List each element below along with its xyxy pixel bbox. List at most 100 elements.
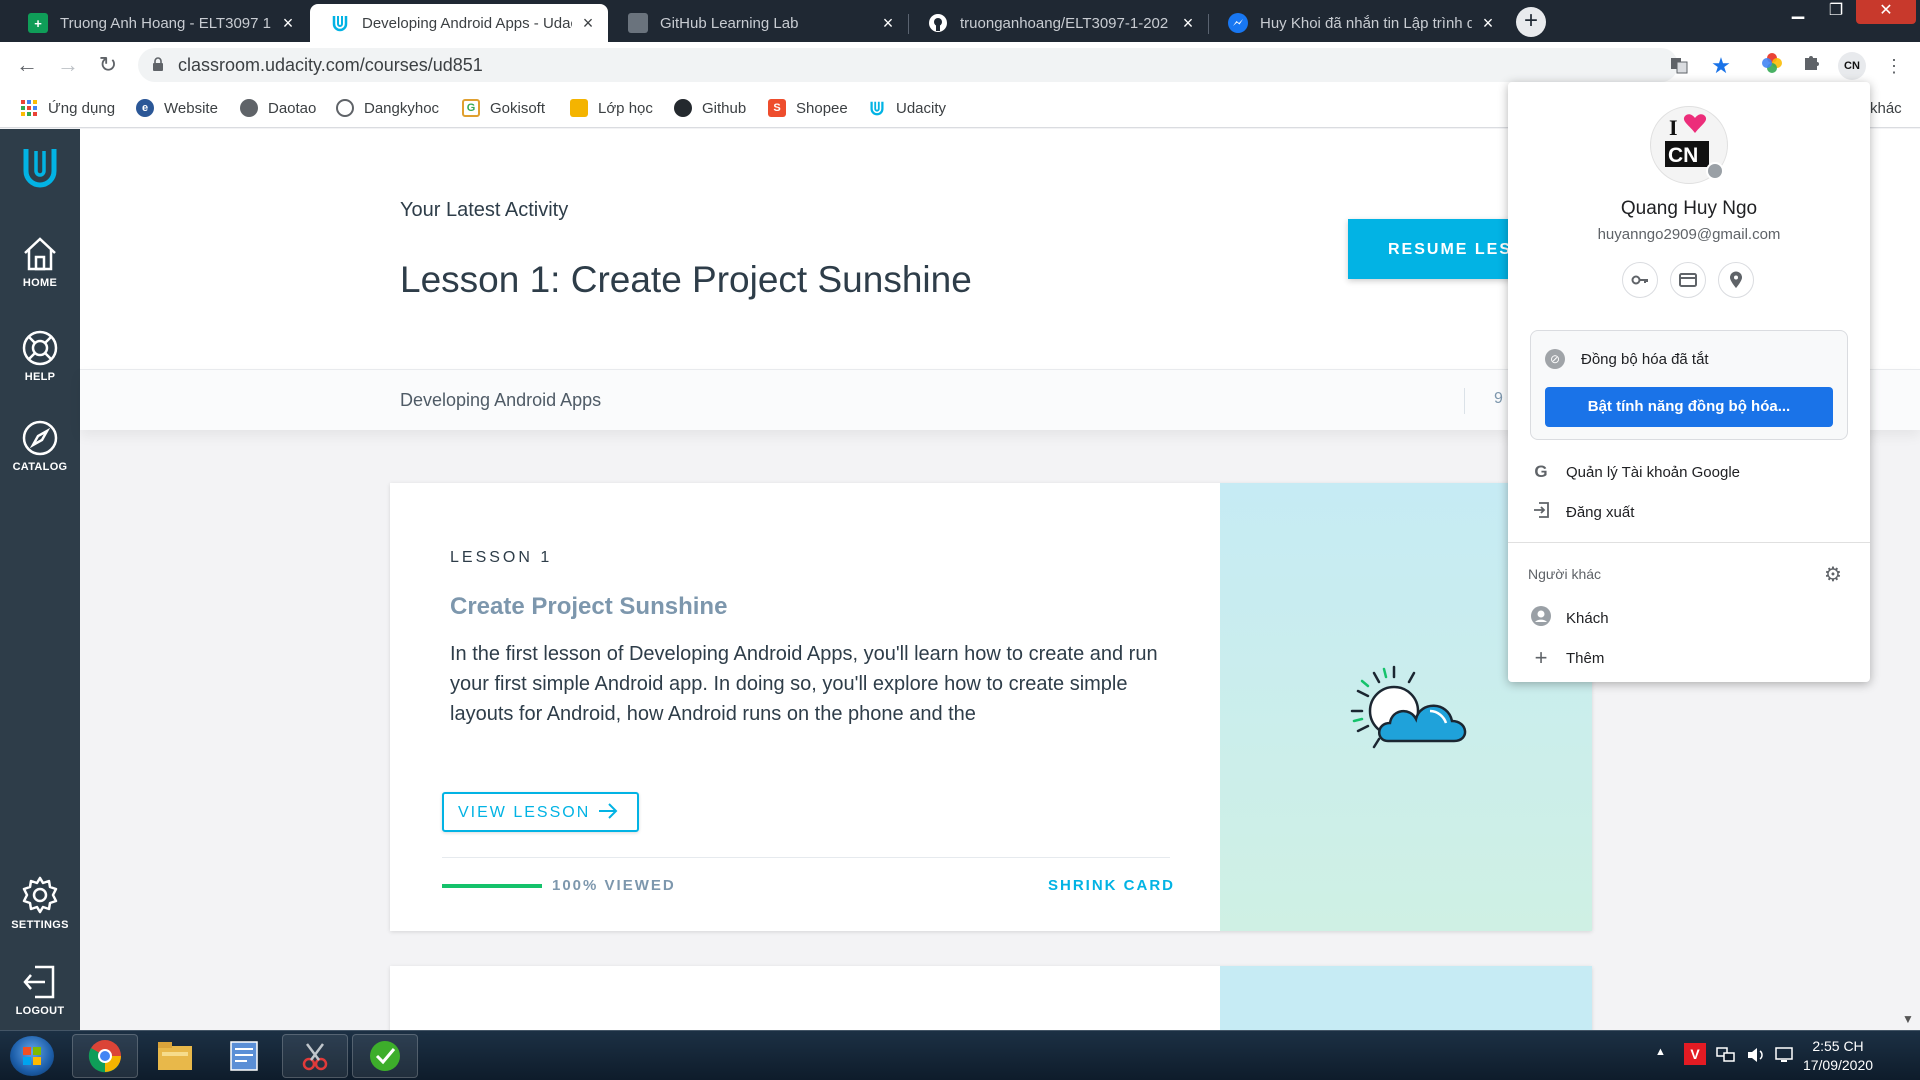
volume-tray-icon[interactable] — [1746, 1046, 1766, 1067]
logout-icon — [23, 965, 55, 999]
taskbar-green-app[interactable] — [352, 1034, 418, 1078]
lesson-title[interactable]: Create Project Sunshine — [450, 593, 727, 621]
sidebar-item-logout[interactable]: LOGOUT — [0, 963, 80, 1017]
lesson-progress-label: 100% VIEWED — [552, 877, 676, 894]
apps-grid-icon — [20, 99, 38, 117]
tab-title: Developing Android Apps - Udac — [362, 14, 572, 32]
close-icon[interactable]: × — [1478, 13, 1498, 34]
restore-window-button[interactable]: ❐ — [1818, 0, 1854, 24]
lesson-description: In the first lesson of Developing Androi… — [450, 643, 1158, 725]
sheets-icon: + — [28, 13, 48, 33]
show-hidden-icons-arrow[interactable]: ▲ — [1655, 1046, 1666, 1058]
lesson-number: LESSON 1 — [450, 549, 553, 566]
sidebar-item-label: HOME — [22, 277, 58, 289]
translate-icon[interactable] — [1668, 55, 1690, 77]
bookmark-udacity[interactable]: Udacity — [868, 96, 946, 120]
bookmark-gokisoft[interactable]: G Gokisoft — [462, 96, 545, 120]
taskbar-snipping-tool[interactable] — [282, 1034, 348, 1078]
plus-icon: + — [1534, 645, 1548, 670]
help-lifebuoy-icon — [22, 330, 58, 366]
sidebar-item-label: SETTINGS — [11, 919, 69, 931]
profile-avatar: I CN — [1650, 106, 1728, 184]
payment-methods-button[interactable] — [1670, 262, 1706, 298]
addresses-button[interactable] — [1718, 262, 1754, 298]
bookmark-daotao[interactable]: Daotao — [240, 96, 316, 120]
bookmark-shopee[interactable]: S Shopee — [768, 96, 848, 120]
sign-out-item[interactable]: Đăng xuất — [1508, 492, 1870, 532]
add-profile-item[interactable]: + Thêm — [1508, 638, 1870, 678]
tab-github-repo[interactable]: truonganhoang/ELT3097-1-202 × — [908, 4, 1208, 42]
back-arrow-icon[interactable]: ← — [13, 52, 41, 78]
display-tray-icon[interactable] — [1774, 1046, 1794, 1067]
tab-title: Truong Anh Hoang - ELT3097 1 - — [60, 14, 272, 32]
taskbar-file-explorer[interactable] — [142, 1034, 208, 1078]
menu-item-label: Đăng xuất — [1566, 503, 1635, 521]
scroll-down-arrow-icon[interactable]: ▼ — [1902, 1012, 1914, 1026]
sidebar-item-home[interactable]: HOME — [0, 235, 80, 289]
antivirus-tray-icon[interactable]: V — [1684, 1043, 1706, 1065]
view-lesson-button[interactable]: VIEW LESSON — [442, 792, 639, 832]
sidebar-item-label: LOGOUT — [15, 1005, 65, 1017]
lesson-progress-fill — [442, 884, 542, 888]
tab-messenger[interactable]: Huy Khoi đã nhắn tin Lập trình d × — [1208, 4, 1508, 42]
bookmark-label: Website — [164, 99, 218, 117]
close-icon[interactable]: × — [278, 13, 298, 34]
color-wheel-extension-icon[interactable] — [1758, 52, 1786, 80]
bookmark-lop-hoc[interactable]: Lớp học — [570, 96, 653, 120]
close-icon[interactable]: × — [878, 13, 898, 34]
taskbar-chrome[interactable] — [72, 1034, 138, 1078]
new-tab-button[interactable]: + — [1516, 7, 1546, 37]
turn-on-sync-button[interactable]: Bật tính năng đồng bộ hóa... — [1545, 387, 1833, 427]
other-bookmarks[interactable]: khác — [1870, 96, 1902, 120]
bookmark-website[interactable]: e Website — [136, 96, 218, 120]
latest-activity-kicker: Your Latest Activity — [400, 199, 569, 221]
green-app-icon — [370, 1041, 400, 1071]
tab-udacity[interactable]: Developing Android Apps - Udac × — [310, 4, 608, 42]
sidebar-item-help[interactable]: HELP — [0, 329, 80, 383]
classroom-icon — [570, 99, 588, 117]
extensions-puzzle-icon[interactable] — [1798, 52, 1826, 80]
browser-tab-strip: + Truong Anh Hoang - ELT3097 1 - × Devel… — [0, 0, 1920, 42]
taskbar-notepad[interactable] — [212, 1034, 278, 1078]
manage-people-gear-icon[interactable]: ⚙ — [1824, 562, 1842, 587]
profile-name: Quang Huy Ngo — [1620, 198, 1758, 219]
minimize-window-button[interactable]: ▁ — [1780, 0, 1816, 24]
taskbar-clock[interactable]: 2:55 CH 17/09/2020 — [1798, 1037, 1878, 1075]
sidebar-item-label: CATALOG — [12, 461, 68, 473]
menu-item-label: Khách — [1566, 609, 1609, 627]
profile-avatar-button[interactable]: CN — [1838, 52, 1866, 80]
tab-github-learning-lab[interactable]: GitHub Learning Lab × — [608, 4, 908, 42]
snipping-tool-icon — [302, 1043, 328, 1071]
network-tray-icon[interactable] — [1716, 1046, 1736, 1067]
passwords-key-button[interactable] — [1622, 262, 1658, 298]
bookmark-dangkyhoc[interactable]: Dangkyhoc — [336, 96, 439, 120]
bookmark-star-icon[interactable]: ★ — [1710, 55, 1732, 77]
menu-item-label: Thêm — [1566, 649, 1605, 667]
guest-profile-item[interactable]: Khách — [1508, 598, 1870, 638]
file-explorer-icon — [158, 1042, 192, 1070]
bookmark-apps[interactable]: Ứng dụng — [20, 96, 115, 120]
sidebar-item-catalog[interactable]: CATALOG — [0, 419, 80, 473]
shrink-card-button[interactable]: SHRINK CARD — [1048, 877, 1175, 894]
more-vertical-icon[interactable]: ⋮ — [1880, 52, 1908, 80]
manage-google-account-item[interactable]: G Quản lý Tài khoản Google — [1508, 452, 1870, 492]
bookmark-github[interactable]: Github — [674, 96, 746, 120]
start-button[interactable] — [10, 1036, 54, 1076]
forward-arrow-icon[interactable]: → — [54, 52, 82, 78]
menu-item-label: Quản lý Tài khoản Google — [1566, 463, 1741, 481]
close-window-button[interactable]: ✕ — [1856, 0, 1916, 24]
address-bar[interactable]: classroom.udacity.com/courses/ud851 ★ — [138, 48, 1731, 82]
svg-text:CN: CN — [1668, 144, 1698, 167]
messenger-icon — [1228, 13, 1248, 33]
reload-icon[interactable]: ↻ — [94, 52, 122, 78]
tab-sheets[interactable]: + Truong Anh Hoang - ELT3097 1 - × — [8, 4, 308, 42]
udacity-logo[interactable] — [0, 145, 80, 191]
gear-icon — [22, 876, 58, 914]
sidebar-item-settings[interactable]: SETTINGS — [0, 875, 80, 931]
lesson-art-panel — [1220, 966, 1592, 1036]
lock-icon — [152, 57, 164, 75]
chrome-icon — [88, 1040, 121, 1073]
divider — [1464, 388, 1465, 414]
close-icon[interactable]: × — [578, 13, 598, 34]
close-icon[interactable]: × — [1178, 13, 1198, 34]
